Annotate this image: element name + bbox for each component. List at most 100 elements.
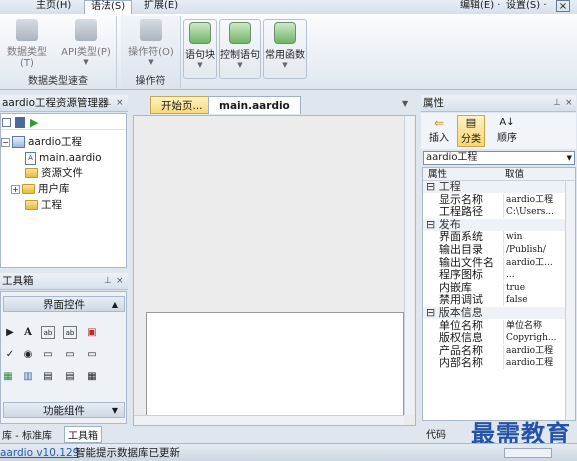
property-category[interactable]: ⊟ 工程 — [423, 181, 565, 193]
property-value[interactable]: aardio工程 — [503, 193, 553, 206]
collapse-icon[interactable]: ⊟ — [426, 181, 439, 193]
property-row[interactable]: 禁用调试 false — [423, 294, 565, 307]
property-value[interactable]: aardio工程 — [503, 357, 553, 370]
property-row[interactable]: 单位名称 单位名称 — [423, 319, 565, 332]
horizontal-scrollbar[interactable] — [134, 415, 404, 425]
property-value[interactable]: true — [503, 281, 525, 294]
tab-tool-icon[interactable]: ▦ — [85, 370, 99, 383]
pin-icon[interactable]: ⊥ — [104, 273, 112, 290]
close-icon[interactable]: × — [556, 0, 570, 12]
property-row[interactable]: 输出文件名 aardio工... — [423, 256, 565, 269]
collapse-icon[interactable]: ⊟ — [426, 307, 439, 319]
insert-button[interactable]: ⇐ 插入 — [429, 117, 449, 144]
object-selector[interactable]: aardio工程 ▼ — [423, 151, 575, 165]
property-value[interactable]: Copyrigh... — [503, 332, 556, 345]
toolbox-section-components[interactable]: 功能组件 ▼ — [3, 402, 125, 418]
property-value[interactable]: aardio工... — [503, 256, 553, 269]
label-tool-icon[interactable]: A — [21, 326, 35, 339]
property-row[interactable]: 内嵌库 true — [423, 281, 565, 294]
tree-item-project-folder[interactable]: 工程 — [25, 198, 62, 213]
operators-button[interactable]: 操作符(O) ▼ — [125, 19, 177, 66]
expand-icon[interactable]: + — [11, 184, 20, 194]
collapse-up-icon[interactable]: ▲ — [112, 297, 118, 313]
property-value[interactable]: ... — [503, 269, 515, 282]
tree-item-project[interactable]: − aardio工程 — [1, 135, 82, 150]
property-value[interactable]: 单位名称 — [503, 319, 542, 332]
toolbox-title: 工具箱 — [2, 275, 34, 287]
property-category[interactable]: ⊟ 发布 — [423, 218, 565, 231]
property-row[interactable]: 界面系统 win — [423, 231, 565, 244]
pointer-tool-icon[interactable]: ▶ — [3, 326, 17, 339]
property-row[interactable]: 显示名称 aardio工程 — [423, 193, 565, 206]
groupbox-tool-icon[interactable]: ▭ — [63, 348, 77, 361]
run-icon[interactable]: ▶ — [30, 116, 38, 129]
property-row[interactable]: 程序图标... — [423, 269, 565, 282]
tab-toolbox[interactable]: 工具箱 — [64, 426, 102, 443]
tab-extend[interactable]: 扩展(E) — [138, 0, 184, 14]
radio-tool-icon[interactable]: ◉ — [21, 348, 35, 361]
collapse-icon[interactable]: − — [1, 137, 10, 147]
property-category[interactable]: ⊟ 版本信息 — [423, 307, 565, 319]
property-value[interactable]: false — [503, 294, 528, 307]
plus-tool-icon[interactable]: ▥ — [21, 370, 35, 383]
button-tool-icon[interactable]: ▭ — [41, 348, 55, 361]
project-icon — [12, 136, 25, 148]
edit-tool-icon[interactable]: ab — [41, 326, 55, 339]
alphabetical-button[interactable]: A↓ 顺序 — [497, 117, 517, 144]
pin-icon[interactable]: ⊥ — [553, 95, 561, 112]
tree-item-main[interactable]: Amain.aardio — [25, 151, 102, 166]
toolbox-section-controls[interactable]: 界面控件 ▲ — [3, 296, 125, 312]
image-tool-icon[interactable]: ▦ — [1, 370, 15, 383]
categorized-button[interactable]: ▤ 分类 — [457, 115, 485, 147]
control-statement-button[interactable]: 控制语句 ▼ — [219, 19, 261, 79]
vertical-scrollbar[interactable] — [404, 116, 414, 415]
listbox-tool-icon[interactable]: ▭ — [85, 348, 99, 361]
trackbar-tool-icon[interactable]: ▤ — [63, 370, 77, 383]
edit-menu[interactable]: 编辑(E) · — [460, 0, 500, 12]
view-buttons[interactable] — [504, 448, 552, 458]
picture-tool-icon[interactable]: ▣ — [85, 326, 99, 339]
expand-down-icon[interactable]: ▼ — [112, 403, 118, 419]
refresh-icon[interactable] — [2, 118, 11, 127]
tab-start-page[interactable]: 开始页... — [150, 96, 214, 114]
pin-icon[interactable]: ⊥ — [104, 95, 112, 112]
properties-toolbar: ⇐ 插入 ▤ 分类 A↓ 顺序 — [421, 113, 576, 149]
tab-main-aardio[interactable]: main.aardio — [208, 96, 301, 114]
property-value[interactable]: /Publish/ — [503, 244, 546, 256]
tab-list-icon[interactable]: ▼ — [402, 99, 408, 108]
checkbox-tool-icon[interactable]: ✓ — [3, 348, 17, 361]
property-value[interactable]: win — [503, 231, 522, 244]
dropdown-arrow-icon[interactable]: ▼ — [567, 152, 572, 164]
property-row[interactable]: 版权信息 Copyrigh... — [423, 332, 565, 345]
common-functions-button[interactable]: 常用函数 ▼ — [263, 19, 307, 79]
design-surface[interactable] — [133, 115, 416, 426]
property-value[interactable]: aardio工程 — [503, 344, 553, 357]
tab-std-library[interactable]: 库 - 标准库 — [2, 427, 52, 442]
progress-tool-icon[interactable]: ▤ — [41, 370, 55, 383]
tree-item-userlib[interactable]: + 用户库 — [11, 182, 70, 197]
statement-block-button[interactable]: 语句块 ▼ — [183, 19, 217, 79]
categorized-icon: ▤ — [465, 116, 477, 129]
close-icon[interactable]: × — [116, 95, 124, 112]
close-icon[interactable]: × — [565, 95, 573, 112]
property-row[interactable]: 输出目录/Publish/ — [423, 244, 565, 256]
property-row[interactable]: 内部名称 aardio工程 — [423, 357, 565, 370]
property-row[interactable]: 工程路径 C:\Users... — [423, 206, 565, 219]
settings-menu[interactable]: 设置(S) · — [506, 0, 547, 12]
datatype-button[interactable]: 数据类型(T) — [2, 19, 52, 69]
close-icon[interactable]: × — [116, 273, 124, 290]
richedit-tool-icon[interactable]: ab — [63, 326, 77, 339]
tab-home[interactable]: 主页(H) — [30, 0, 77, 14]
tree-item-resources[interactable]: 资源文件 — [25, 166, 83, 181]
api-type-button[interactable]: API类型(P) ▼ — [58, 19, 114, 66]
property-name: 输出文件名 — [439, 256, 494, 269]
property-row[interactable]: 产品名称 aardio工程 — [423, 344, 565, 357]
tab-syntax[interactable]: 语法(S) — [84, 0, 133, 14]
tab-code[interactable]: 代码 — [426, 426, 446, 441]
save-icon[interactable] — [15, 117, 25, 128]
vertical-scrollbar[interactable] — [565, 181, 575, 420]
collapse-icon[interactable]: ⊟ — [426, 219, 439, 231]
property-value[interactable]: C:\Users... — [503, 206, 554, 219]
version-link[interactable]: aardio v10.129 — [0, 444, 79, 461]
group-code: 语句块 ▼ 控制语句 ▼ 常用函数 ▼ — [183, 16, 308, 88]
